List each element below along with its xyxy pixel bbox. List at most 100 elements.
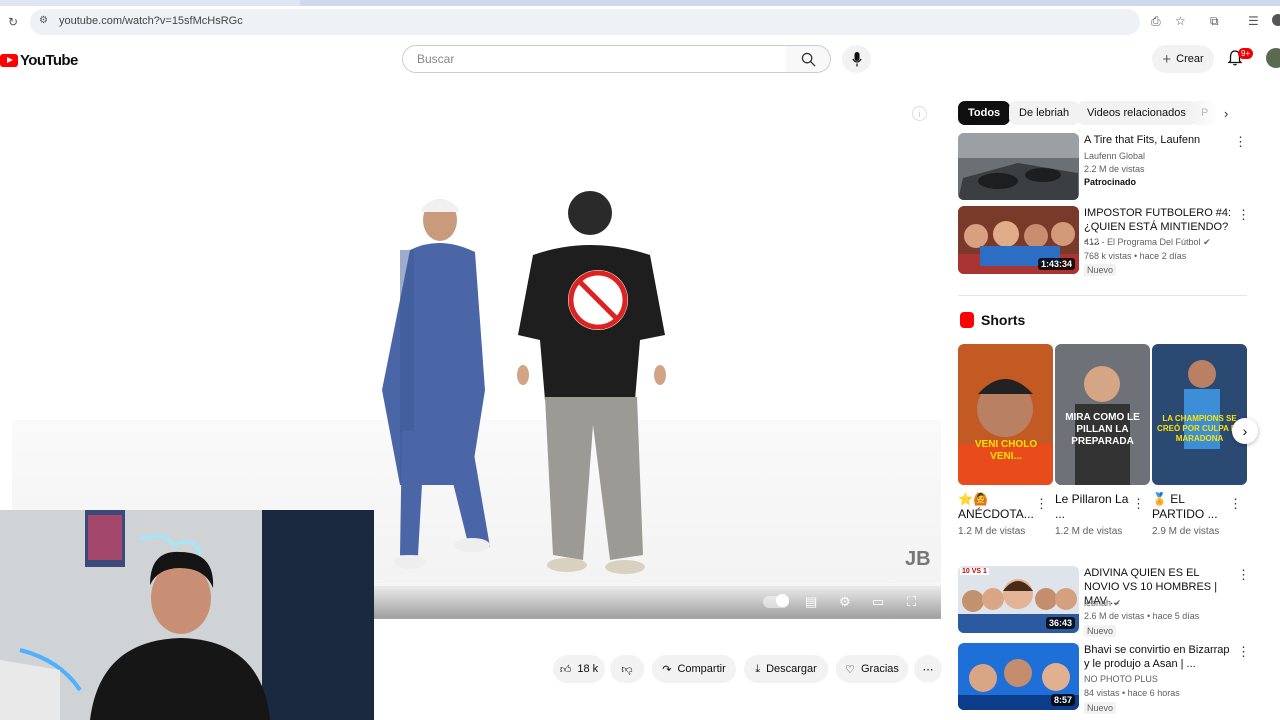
video-title[interactable]: Bhavi se convirtio en Bizarrap y le prod… — [1084, 643, 1232, 671]
reading-list-icon[interactable]: ☰ — [1248, 14, 1259, 28]
split-view-icon[interactable]: ⧉ — [1210, 14, 1219, 29]
youtube-play-icon — [0, 53, 18, 67]
download-icon: ⤓ — [755, 662, 761, 675]
short-views: 1.2 M de vistas — [1055, 526, 1123, 537]
short-views: 1.2 M de vistas — [958, 526, 1026, 537]
short-title[interactable]: Le Pillaron La ... — [1055, 492, 1135, 522]
short-caption: VENI CHOLO VENI... — [974, 439, 1038, 462]
search-button[interactable] — [786, 45, 831, 73]
video-duration: 8:57 — [1050, 694, 1075, 706]
microphone-icon — [851, 51, 862, 66]
settings-gear-icon[interactable]: ⚙ — [839, 594, 851, 610]
short-thumbnail[interactable]: VENI CHOLO VENI... — [958, 344, 1053, 485]
dislike-button[interactable]: 👎︎ — [610, 655, 644, 683]
chips-next-chevron-icon[interactable]: › — [1224, 106, 1228, 121]
share-arrow-icon: ↷ — [662, 663, 672, 676]
autoplay-toggle-knob — [776, 594, 789, 607]
download-button[interactable]: ⤓ Descargar — [744, 655, 828, 683]
progress-bar[interactable] — [374, 583, 941, 586]
search-icon — [801, 52, 816, 67]
video-channel[interactable]: lebriah ✔ — [1084, 597, 1121, 610]
new-badge: Nuevo — [1084, 264, 1117, 276]
thanks-heart-icon: ♡ — [845, 663, 855, 676]
short-menu-icon[interactable]: ⋮ — [1035, 496, 1048, 512]
shorts-next-arrow-icon[interactable]: › — [1232, 418, 1258, 444]
video-views: 2.6 M de vistas • hace 5 días — [1084, 611, 1200, 621]
short-thumbnail[interactable]: MIRA COMO LE PILLAN LA PREPARADA — [1055, 344, 1150, 485]
video-thumbnail[interactable]: 10 VS 1 36:43 — [958, 566, 1079, 633]
new-badge: Nuevo — [1084, 702, 1117, 714]
verified-check-icon: ✔ — [1203, 237, 1211, 247]
create-button[interactable]: + Crear — [1152, 45, 1214, 73]
subtitles-icon[interactable]: ▤ — [805, 594, 817, 610]
voice-search-button[interactable] — [842, 45, 871, 73]
player-controls-bar — [374, 583, 941, 619]
search-input[interactable]: Buscar — [402, 45, 787, 73]
video-duration: 36:43 — [1045, 617, 1075, 629]
channel-watermark: JB — [905, 548, 931, 570]
profile-icon[interactable] — [1272, 14, 1280, 26]
video-duration: 1:43:34 — [1037, 258, 1075, 270]
thumb-up-icon: 👍︎ — [559, 663, 572, 676]
account-avatar[interactable] — [1266, 48, 1280, 68]
share-label: Compartir — [677, 663, 726, 675]
youtube-logo[interactable]: YouTube — [0, 50, 78, 70]
video-views: 84 vistas • hace 6 horas — [1084, 688, 1180, 698]
install-app-icon[interactable]: ⎙ — [1151, 14, 1161, 29]
short-caption: LA CHAMPIONS SE CREÓ POR CULPA DE MARADO… — [1157, 414, 1242, 443]
reload-icon[interactable]: ↻ — [8, 15, 18, 29]
create-label: Crear — [1176, 53, 1204, 65]
short-caption: MIRA COMO LE PILLAN LA PREPARADA — [1065, 412, 1140, 447]
logo-text: YouTube — [20, 51, 78, 69]
video-menu-icon[interactable]: ⋮ — [1237, 207, 1250, 223]
theater-mode-icon[interactable]: ▭ — [872, 594, 884, 610]
thanks-button[interactable]: ♡ Gracias — [836, 655, 908, 683]
video-person-left — [382, 199, 490, 569]
site-info-icon[interactable]: ⚙ — [39, 15, 48, 26]
short-menu-icon[interactable]: ⋮ — [1132, 496, 1145, 512]
video-thumbnail[interactable]: 8:57 — [958, 643, 1079, 710]
video-thumbnail[interactable] — [958, 133, 1079, 200]
chip-todos[interactable]: Todos — [958, 101, 1011, 125]
short-thumbnail[interactable]: LA CHAMPIONS SE CREÓ POR CULPA DE MARADO… — [1152, 344, 1247, 485]
chip-videos-relacionados[interactable]: Videos relacionados — [1077, 101, 1196, 125]
bookmark-star-icon[interactable]: ☆ — [1175, 14, 1186, 28]
download-label: Descargar — [766, 663, 817, 675]
video-views: 2.2 M de vistas — [1084, 164, 1145, 174]
sponsored-label: Patrocinado — [1084, 177, 1137, 187]
like-button[interactable]: 👍︎ 18 k — [553, 655, 605, 683]
notifications-badge: 9+ — [1238, 48, 1254, 59]
fullscreen-icon[interactable]: ⛶ — [907, 594, 916, 610]
short-title[interactable]: ⭐🙆 ANÉCDOTA... — [958, 492, 1038, 522]
thumb-down-icon: 👎︎ — [621, 663, 633, 676]
plus-icon: + — [1162, 50, 1172, 68]
video-menu-icon[interactable]: ⋮ — [1234, 134, 1247, 150]
thumbnail-label: 10 VS 1 — [960, 568, 989, 575]
video-channel[interactable]: 412 - El Programa Del Fútbol ✔ — [1084, 236, 1211, 249]
webcam-overlay — [0, 510, 374, 720]
thanks-label: Gracias — [860, 663, 899, 675]
short-title[interactable]: 🏅 EL PARTIDO ... — [1152, 492, 1232, 522]
shorts-logo-icon — [960, 312, 974, 328]
video-views: 768 k vistas • hace 2 días — [1084, 251, 1187, 261]
more-horizontal-icon: ⋯ — [922, 663, 934, 676]
shorts-heading: Shorts — [981, 312, 1026, 328]
video-menu-icon[interactable]: ⋮ — [1237, 644, 1250, 660]
new-badge: Nuevo — [1084, 625, 1117, 637]
video-channel[interactable]: NO PHOTO PLUS — [1084, 673, 1158, 686]
share-button[interactable]: ↷ Compartir — [652, 655, 736, 683]
info-icon[interactable]: i — [912, 106, 927, 121]
url-text[interactable]: youtube.com/watch?v=15sfMcHsRGc — [59, 15, 243, 27]
video-menu-icon[interactable]: ⋮ — [1237, 567, 1250, 583]
more-actions-button[interactable]: ⋯ — [914, 655, 942, 683]
verified-check-icon: ✔ — [1113, 598, 1122, 608]
short-menu-icon[interactable]: ⋮ — [1229, 496, 1242, 512]
chip-partial[interactable]: P — [1191, 101, 1219, 125]
likes-count: 18 k — [577, 663, 599, 675]
video-person-right — [517, 191, 666, 574]
chip-de-lebriah[interactable]: De lebriah — [1009, 101, 1080, 125]
divider — [958, 295, 1247, 296]
video-title[interactable]: A Tire that Fits, Laufenn — [1084, 133, 1232, 147]
video-thumbnail[interactable]: 1:43:34 — [958, 206, 1079, 274]
video-channel[interactable]: Laufenn Global — [1084, 150, 1145, 163]
